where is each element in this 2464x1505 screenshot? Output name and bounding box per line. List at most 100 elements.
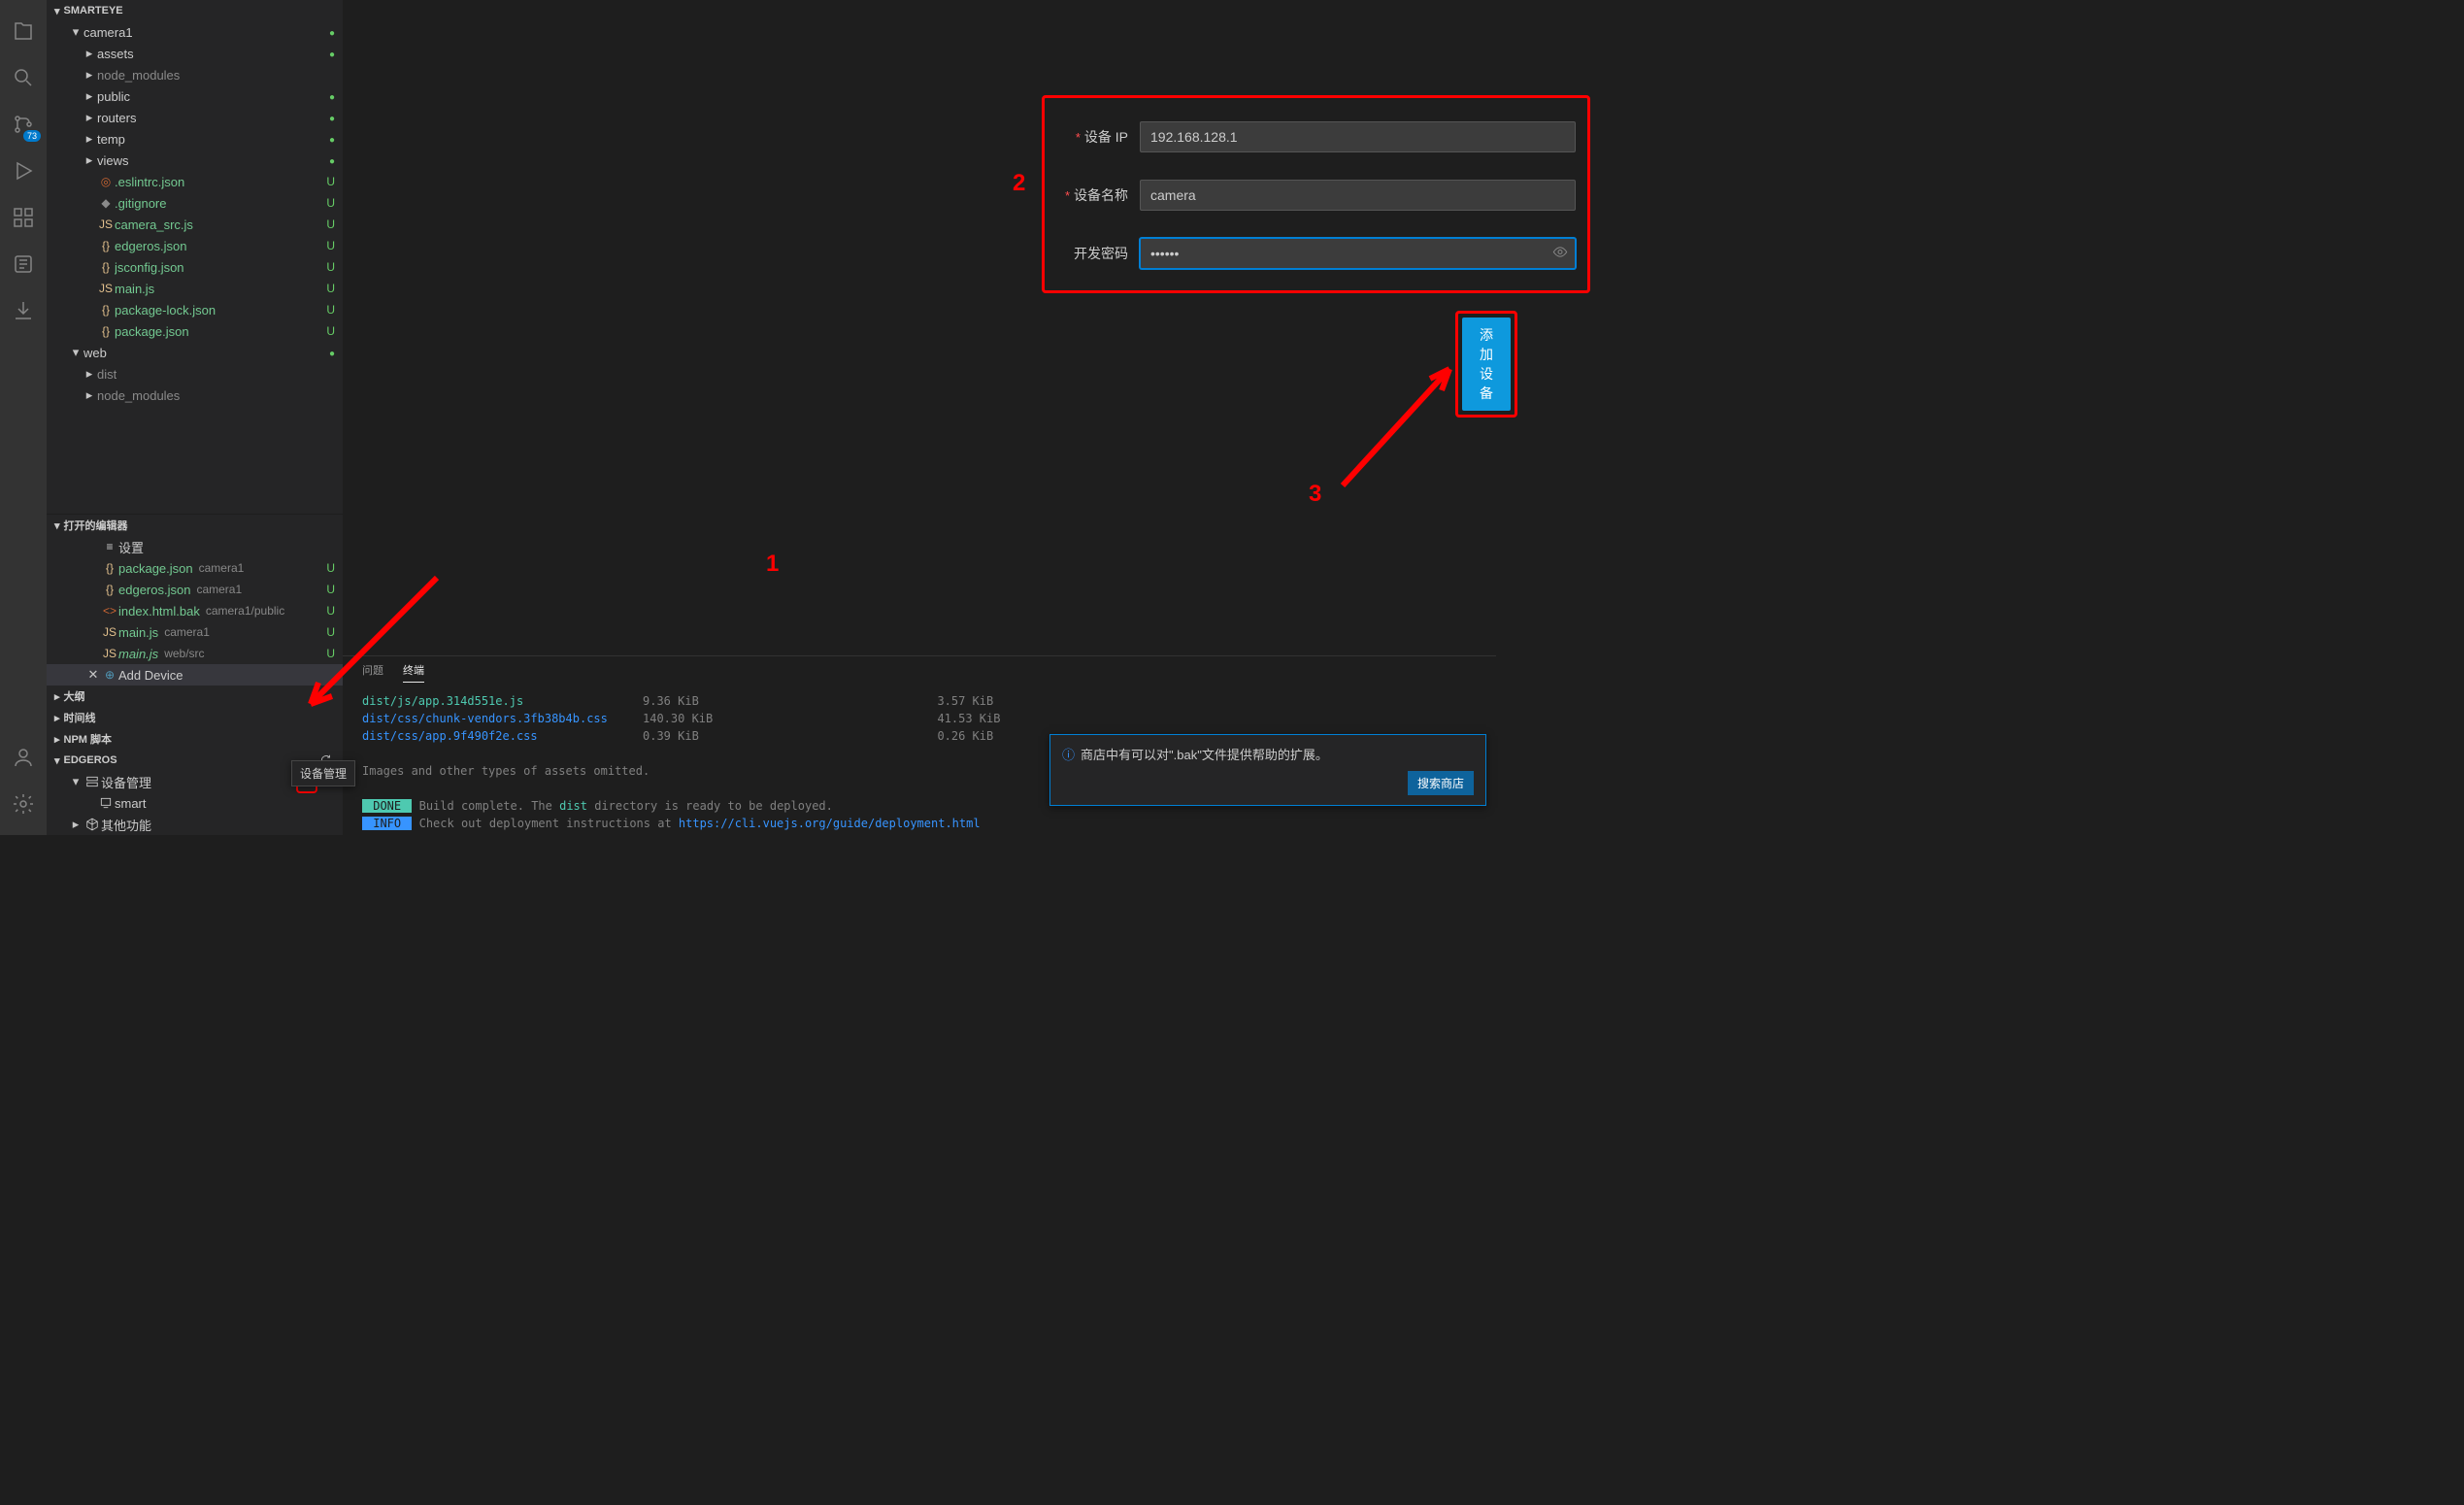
eye-icon[interactable] <box>1552 245 1568 263</box>
tree-item[interactable]: ▸dist <box>47 363 343 385</box>
tree-item[interactable]: ▸assets <box>47 43 343 64</box>
file-icon: JS <box>101 625 118 639</box>
accounts-icon[interactable] <box>0 734 47 781</box>
tree-item[interactable]: ▸views <box>47 150 343 171</box>
open-editor-item[interactable]: ✕⊕Add Device <box>47 664 343 686</box>
file-icon: {} <box>97 239 115 252</box>
open-editors-header[interactable]: ▾ 打开的编辑器 <box>47 515 343 536</box>
chevron-down-icon: ▾ <box>68 24 83 40</box>
tree-item[interactable]: {}edgeros.jsonU <box>47 235 343 256</box>
explorer-icon[interactable] <box>0 8 47 54</box>
password-label: 开发密码 <box>1074 244 1128 263</box>
open-editor-item[interactable]: {}edgeros.jsoncamera1U <box>47 579 343 600</box>
settings-gear-icon[interactable] <box>0 781 47 827</box>
open-editor-item[interactable]: <>index.html.bakcamera1/publicU <box>47 600 343 621</box>
library-icon[interactable] <box>0 241 47 287</box>
git-status <box>329 89 335 103</box>
device-name-input[interactable] <box>1140 180 1576 211</box>
tree-item[interactable]: ▾web <box>47 342 343 363</box>
tree-item[interactable]: {}package.jsonU <box>47 320 343 342</box>
tree-item[interactable]: JSmain.jsU <box>47 278 343 299</box>
open-editor-item[interactable]: ≡设置 <box>47 536 343 557</box>
scm-badge: 73 <box>23 130 41 142</box>
source-control-icon[interactable]: 73 <box>0 101 47 148</box>
add-button-highlight: 添加设备 <box>1455 311 1517 418</box>
tree-item[interactable]: ▸public <box>47 85 343 107</box>
editor-path: web/src <box>164 647 204 660</box>
tree-item[interactable]: ▸node_modules <box>47 64 343 85</box>
tree-item[interactable]: ◎.eslintrc.jsonU <box>47 171 343 192</box>
tree-item-label: jsconfig.json <box>115 260 184 275</box>
git-status: U <box>326 324 335 338</box>
file-icon: {} <box>101 583 118 596</box>
tree-item-label: views <box>97 153 129 168</box>
timeline-header[interactable]: ▸ 时间线 <box>47 707 343 728</box>
chevron-right-icon: ▸ <box>54 712 60 724</box>
annotation-3: 3 <box>1309 481 1321 508</box>
add-device-button[interactable]: 添加设备 <box>1462 318 1511 411</box>
tree-item[interactable]: JScamera_src.jsU <box>47 214 343 235</box>
tree-item-label: .eslintrc.json <box>115 175 184 189</box>
tree-item-label: public <box>97 89 130 104</box>
search-icon[interactable] <box>0 54 47 101</box>
editor-label: main.js <box>118 647 158 661</box>
chevron-down-icon: ▾ <box>54 754 60 767</box>
required-star: * <box>1065 188 1070 203</box>
tree-item[interactable]: ◆.gitignoreU <box>47 192 343 214</box>
tree-item[interactable]: ▸node_modules <box>47 385 343 406</box>
toast-text: 商店中有可以对".bak"文件提供帮助的扩展。 <box>1081 748 1328 762</box>
chevron-down-icon: ▾ <box>54 5 60 17</box>
file-icon: ⊕ <box>101 668 118 682</box>
edgeros-other[interactable]: ▸ 其他功能 <box>47 814 343 835</box>
close-icon[interactable]: ✕ <box>85 667 101 683</box>
npm-scripts-header[interactable]: ▸ NPM 脚本 <box>47 728 343 750</box>
editor-path: camera1 <box>164 625 210 639</box>
dev-password-input[interactable] <box>1140 238 1576 269</box>
open-editor-item[interactable]: JSmain.jsweb/srcU <box>47 643 343 664</box>
editor-label: edgeros.json <box>118 583 190 597</box>
open-editors-list: ≡设置{}package.jsoncamera1U {}edgeros.json c… <box>47 536 343 686</box>
tab-terminal[interactable]: 终端 <box>403 662 424 683</box>
info-icon: ⓘ <box>1062 748 1075 762</box>
edgeros-device-item[interactable]: smart <box>47 792 343 814</box>
git-status <box>329 25 335 39</box>
device-ip-input[interactable] <box>1140 121 1576 152</box>
chevron-down-icon: ▾ <box>68 774 83 789</box>
server-icon <box>83 775 101 788</box>
tab-problems[interactable]: 问题 <box>362 662 383 683</box>
git-status: U <box>326 604 335 618</box>
run-debug-icon[interactable] <box>0 148 47 194</box>
file-icon: {} <box>97 324 115 338</box>
file-icon: ◎ <box>97 175 115 188</box>
outline-header[interactable]: ▸ 大纲 <box>47 686 343 707</box>
tree-item-label: node_modules <box>97 68 180 83</box>
download-icon[interactable] <box>0 287 47 334</box>
tree-item[interactable]: {}package-lock.jsonU <box>47 299 343 320</box>
file-tree: ▾camera1▸assets▸node_modules▸public▸rout… <box>47 21 343 514</box>
terminal-tabs: 问题 终端 <box>343 656 1496 688</box>
tree-item-label: camera1 <box>83 25 133 40</box>
git-status: U <box>326 303 335 317</box>
tree-item[interactable]: ▸temp <box>47 128 343 150</box>
file-icon: {} <box>97 303 115 317</box>
file-icon: ◆ <box>97 196 115 210</box>
explorer-root-header[interactable]: ▾ SMARTEYE <box>47 0 343 21</box>
open-editor-item[interactable]: {}package.jsoncamera1U <box>47 557 343 579</box>
tree-item[interactable]: {}jsconfig.jsonU <box>47 256 343 278</box>
open-editor-item[interactable]: JSmain.jscamera1U <box>47 621 343 643</box>
editor-path: camera1 <box>196 583 242 596</box>
extensions-icon[interactable] <box>0 194 47 241</box>
chevron-right-icon: ▸ <box>82 88 97 104</box>
editor-path: camera1 <box>199 561 245 575</box>
required-star: * <box>1076 130 1081 145</box>
file-icon: JS <box>101 647 118 660</box>
search-store-button[interactable]: 搜索商店 <box>1408 771 1474 795</box>
editor-label: index.html.bak <box>118 604 200 619</box>
tree-item[interactable]: ▸routers <box>47 107 343 128</box>
tree-item-label: routers <box>97 111 136 125</box>
tree-item[interactable]: ▾camera1 <box>47 21 343 43</box>
git-status <box>329 153 335 167</box>
chevron-right-icon: ▸ <box>82 387 97 403</box>
activity-bar: 73 <box>0 0 47 835</box>
editor-path: camera1/public <box>206 604 284 618</box>
